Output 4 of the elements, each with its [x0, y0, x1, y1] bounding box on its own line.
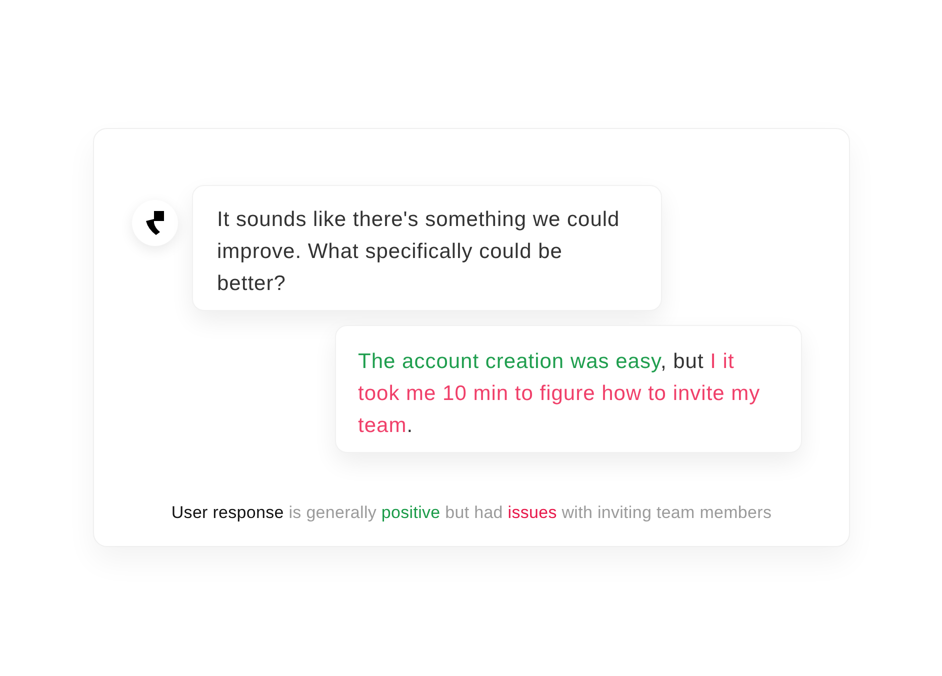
logo-avatar-icon [132, 200, 178, 246]
reply-text: The account creation was easy, but I it took me 10 min to figure how to invite my team. [358, 349, 762, 439]
message-text: It sounds like there's something we could improve. What specifically could be better? [217, 207, 621, 297]
summary-text: User response is generally positive but had issues with inviting team members [170, 502, 773, 524]
